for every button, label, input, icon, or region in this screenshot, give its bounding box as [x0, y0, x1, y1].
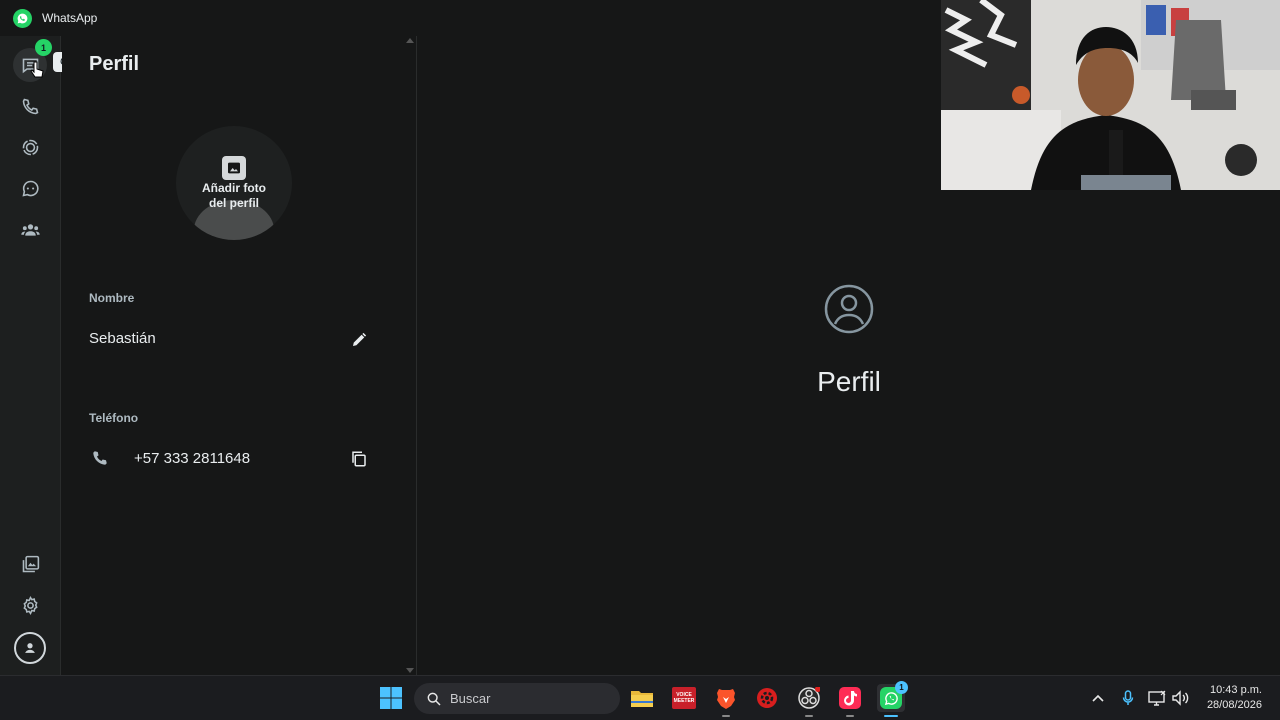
- profile-panel: Perfil Añadir foto del perfil Nombre Seb…: [62, 36, 417, 675]
- network-monitor-icon: [1148, 690, 1166, 706]
- edit-name-button[interactable]: [348, 329, 370, 351]
- voicemeeter-button[interactable]: VOICE MEETER: [670, 684, 698, 712]
- communities-icon: [20, 223, 40, 236]
- webcam-photo: [941, 0, 1280, 190]
- show-hidden-icons-button[interactable]: [1088, 688, 1108, 708]
- copy-phone-button[interactable]: [348, 448, 370, 470]
- channels-button[interactable]: [13, 171, 47, 205]
- davinci-button[interactable]: [753, 684, 781, 712]
- pencil-icon: [353, 332, 367, 346]
- main-title: Perfil: [817, 366, 881, 397]
- running-indicator: [805, 715, 813, 717]
- copy-icon: [352, 451, 366, 467]
- tiktok-button[interactable]: [836, 684, 864, 717]
- status-icon: [22, 139, 38, 155]
- clock-time: 10:43 p.m.: [1210, 684, 1262, 696]
- obs-button[interactable]: [795, 684, 823, 717]
- webcam-overlay: [941, 0, 1280, 190]
- profile-avatar-icon: [25, 643, 35, 653]
- search-icon: [427, 692, 441, 706]
- tiktok-icon: [839, 687, 861, 709]
- app-title: WhatsApp: [42, 11, 98, 25]
- phone-icon: [22, 98, 38, 114]
- whatsapp-taskbar-button[interactable]: 1: [877, 681, 908, 717]
- gallery-icon: [22, 555, 39, 572]
- voicemeeter-label: VOICE MEETER: [673, 692, 695, 704]
- brave-browser-button[interactable]: [712, 684, 740, 717]
- scroll-down-arrow[interactable]: [406, 668, 414, 673]
- taskbar: Buscar VOICE MEETER 1 10:43 p.m. 28/08/2…: [0, 675, 1280, 720]
- settings-button[interactable]: [13, 588, 47, 622]
- phone-icon: [93, 451, 107, 465]
- microphone-icon: [1122, 690, 1134, 705]
- folder-icon: [631, 691, 653, 707]
- add-profile-photo[interactable]: Añadir foto del perfil: [176, 126, 292, 240]
- hand-cursor-icon: [30, 61, 44, 78]
- whatsapp-taskbar-badge: 1: [895, 681, 908, 694]
- voicemeeter-icon: VOICE MEETER: [672, 687, 696, 709]
- communities-button[interactable]: [13, 212, 47, 246]
- add-photo-label: Añadir foto del perfil: [202, 181, 266, 210]
- scroll-up-arrow[interactable]: [406, 38, 414, 43]
- volume-button[interactable]: [1171, 688, 1191, 708]
- gear-icon: [22, 595, 38, 615]
- profile-circle-icon: [824, 284, 874, 334]
- search-placeholder: Buscar: [450, 691, 491, 706]
- chevron-up-icon: [1092, 694, 1104, 702]
- file-explorer-button[interactable]: [628, 684, 656, 712]
- panel-title: Perfil: [89, 53, 140, 75]
- chats-unread-badge: 1: [35, 39, 52, 56]
- phone-field-icon: [89, 447, 111, 469]
- name-value: Sebastián: [89, 330, 156, 347]
- media-button[interactable]: [13, 547, 47, 581]
- channels-icon: [21, 180, 39, 197]
- start-button[interactable]: [377, 684, 405, 712]
- running-indicator: [846, 715, 854, 717]
- windows-logo-icon: [380, 687, 402, 709]
- speaker-icon: [1172, 690, 1189, 706]
- clock[interactable]: 10:43 p.m. 28/08/2026: [1207, 683, 1262, 713]
- image-icon: [222, 156, 246, 180]
- obs-icon: [798, 687, 820, 709]
- active-indicator: [884, 715, 898, 717]
- clock-date: 28/08/2026: [1206, 699, 1262, 711]
- phone-label: Teléfono: [89, 411, 139, 425]
- whatsapp-logo-icon: [13, 8, 32, 28]
- calls-button[interactable]: [13, 89, 47, 123]
- status-button[interactable]: [13, 130, 47, 164]
- name-label: Nombre: [89, 291, 135, 305]
- phone-value: +57 333 2811648: [134, 450, 251, 467]
- brave-lion-icon: [717, 689, 735, 709]
- red-gear-app-icon: [757, 688, 777, 708]
- nav-rail: 1: [0, 36, 61, 675]
- taskbar-search[interactable]: Buscar: [414, 683, 620, 714]
- profile-button[interactable]: [14, 632, 46, 664]
- network-button[interactable]: [1147, 688, 1167, 708]
- running-indicator: [722, 715, 730, 717]
- microphone-button[interactable]: [1118, 688, 1138, 708]
- whatsapp-icon: 1: [880, 681, 908, 709]
